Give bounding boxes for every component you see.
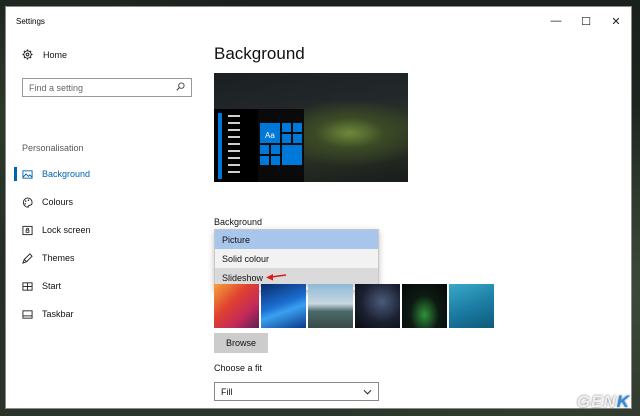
sidebar-item-label: Colours xyxy=(42,197,74,207)
gear-icon xyxy=(22,49,33,60)
window-title: Settings xyxy=(16,16,45,26)
option-picture[interactable]: Picture xyxy=(215,230,378,249)
main-content: Background Aa Background Picture Solid c… xyxy=(214,35,631,408)
lock-screen-icon xyxy=(22,225,33,236)
watermark-text: GEN xyxy=(576,392,617,411)
thumbnail-picture[interactable] xyxy=(308,284,353,328)
close-button[interactable]: ✕ xyxy=(601,7,631,35)
section-label: Personalisation xyxy=(22,143,84,153)
recent-pictures xyxy=(214,284,494,328)
taskbar-icon xyxy=(22,309,33,320)
sidebar-item-background[interactable]: Background xyxy=(6,160,206,188)
picture-icon xyxy=(22,169,33,180)
search-icon[interactable] xyxy=(176,82,185,93)
sidebar: Home Find a setting Personalisation Back… xyxy=(6,35,206,408)
search-input[interactable]: Find a setting xyxy=(22,78,192,97)
sidebar-item-lock-screen[interactable]: Lock screen xyxy=(6,216,206,244)
start-icon xyxy=(22,281,33,292)
window-controls: — ☐ ✕ xyxy=(541,7,631,35)
watermark-accent: K xyxy=(616,392,630,411)
sidebar-item-taskbar[interactable]: Taskbar xyxy=(6,300,206,328)
themes-icon xyxy=(22,252,33,264)
palette-icon xyxy=(22,196,33,208)
chevron-down-icon xyxy=(363,387,372,397)
thumbnail-picture[interactable] xyxy=(402,284,447,328)
search-placeholder: Find a setting xyxy=(29,82,84,93)
option-solid-colour[interactable]: Solid colour xyxy=(215,249,378,268)
red-arrow-annotation xyxy=(266,274,287,281)
preview-tile-text: Aa xyxy=(265,131,275,140)
preview-tiles xyxy=(258,109,304,182)
sidebar-item-label: Themes xyxy=(42,253,75,263)
minimize-button[interactable]: — xyxy=(541,7,571,35)
thumbnail-picture[interactable] xyxy=(449,284,494,328)
home-label: Home xyxy=(43,49,68,60)
nav-list: Background Colours Lock screen Themes St… xyxy=(6,160,206,328)
fit-value: Fill xyxy=(221,386,233,397)
sidebar-item-label: Background xyxy=(42,169,91,179)
sidebar-item-label: Lock screen xyxy=(42,225,91,235)
fit-select[interactable]: Fill xyxy=(214,382,379,401)
home-link[interactable]: Home xyxy=(22,49,67,60)
background-dropdown[interactable]: Picture Solid colour Slideshow xyxy=(214,229,379,291)
thumbnail-picture[interactable] xyxy=(214,284,259,328)
page-title: Background xyxy=(214,44,305,63)
thumbnail-picture[interactable] xyxy=(261,284,306,328)
sidebar-item-themes[interactable]: Themes xyxy=(6,244,206,272)
sidebar-item-colours[interactable]: Colours xyxy=(6,188,206,216)
title-bar: Settings — ☐ ✕ xyxy=(6,7,631,35)
watermark-logo: GENK xyxy=(577,392,630,412)
browse-button[interactable]: Browse xyxy=(214,333,268,353)
sidebar-item-label: Taskbar xyxy=(42,309,74,319)
sidebar-item-label: Start xyxy=(42,281,62,291)
preview-start-list xyxy=(214,109,258,182)
sidebar-item-start[interactable]: Start xyxy=(6,272,206,300)
fit-label: Choose a fit xyxy=(214,363,263,373)
thumbnail-picture[interactable] xyxy=(355,284,400,328)
background-preview: Aa xyxy=(214,73,408,182)
settings-window: Settings — ☐ ✕ Home Find a setting Perso… xyxy=(5,6,632,409)
option-slideshow-label: Slideshow xyxy=(222,272,264,283)
background-label: Background xyxy=(214,217,263,227)
maximize-button[interactable]: ☐ xyxy=(571,7,601,35)
